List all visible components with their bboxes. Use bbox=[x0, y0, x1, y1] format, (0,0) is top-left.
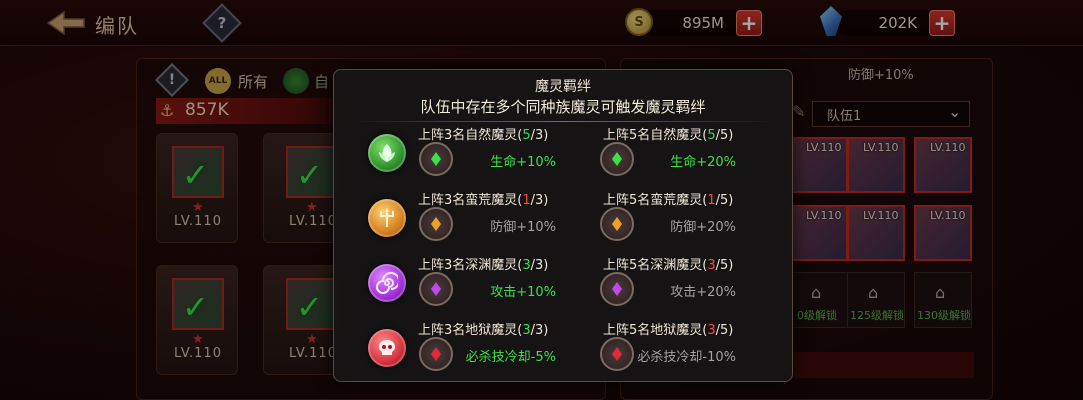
bond-tier1-label: 上阵3名深渊魔灵(3/3) bbox=[418, 258, 549, 273]
bond-tier1-bonus: 防御+10% bbox=[490, 220, 556, 235]
spiral-icon bbox=[368, 264, 406, 302]
bond-tier1-label: 上阵3名地狱魔灵(3/3) bbox=[418, 323, 549, 338]
bond-count: 3 bbox=[707, 258, 716, 273]
bond-count: 1 bbox=[522, 193, 531, 208]
leaf-icon bbox=[368, 134, 406, 172]
bond-tier2-bonus: 防御+20% bbox=[670, 220, 736, 235]
bond-tier2-label: 上阵5名自然魔灵(5/5) bbox=[603, 128, 734, 143]
modal-subtitle: 队伍中存在多个同种族魔灵可触发魔灵羁绊 bbox=[420, 98, 706, 116]
modal-divider bbox=[350, 121, 776, 122]
bond-tier2-label: 上阵5名深渊魔灵(3/5) bbox=[603, 258, 734, 273]
skull-icon bbox=[368, 329, 406, 367]
bond-tier2-bonus: 必杀技冷却-10% bbox=[637, 350, 736, 365]
bond-tier2-label: 上阵5名蛮荒魔灵(1/5) bbox=[603, 193, 734, 208]
bond-count: 1 bbox=[707, 193, 716, 208]
bond-count: 3 bbox=[522, 258, 531, 273]
bond-tier1-bonus: 攻击+10% bbox=[490, 285, 556, 300]
bond-count: 5 bbox=[707, 128, 716, 143]
modal-title: 魔灵羁绊 bbox=[535, 79, 591, 95]
bond-tier2-bonus: 攻击+20% bbox=[670, 285, 736, 300]
bond-count: 3 bbox=[707, 323, 716, 338]
bond-tier1-label: 上阵3名自然魔灵(5/3) bbox=[418, 128, 549, 143]
bond-tier2-label: 上阵5名地狱魔灵(3/5) bbox=[603, 323, 734, 338]
bond-count: 3 bbox=[522, 323, 531, 338]
bond-tier1-label: 上阵3名蛮荒魔灵(1/3) bbox=[418, 193, 549, 208]
trident-icon bbox=[368, 199, 406, 237]
bond-count: 5 bbox=[522, 128, 531, 143]
bond-tier2-bonus: 生命+20% bbox=[670, 155, 736, 170]
bond-tier1-bonus: 生命+10% bbox=[490, 155, 556, 170]
bond-tier1-bonus: 必杀技冷却-5% bbox=[465, 350, 556, 365]
